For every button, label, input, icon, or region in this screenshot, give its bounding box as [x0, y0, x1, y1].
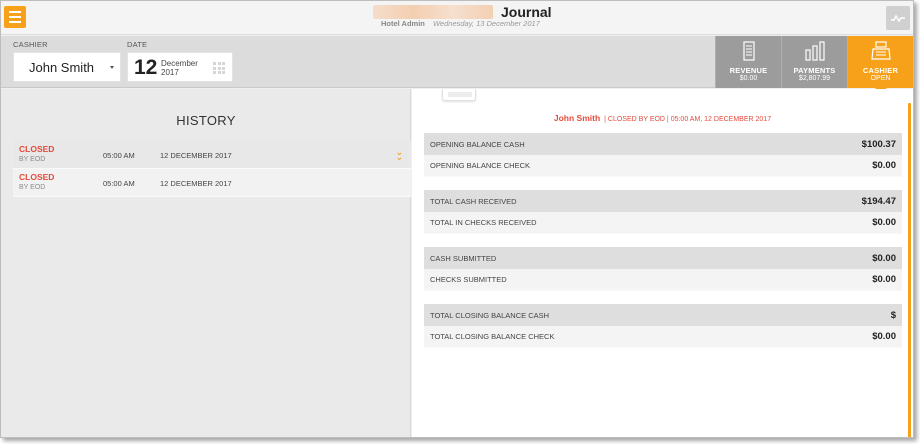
- detail-cashier-name: John Smith: [553, 113, 601, 123]
- summary-tabs: REVENUE $0.00 PAYMENTS $2,807.99 CASHIER…: [715, 36, 913, 94]
- calendar-grid-icon: [213, 62, 225, 74]
- double-chevron-down-icon[interactable]: ⌄ ⌄: [395, 148, 403, 162]
- balance-row: OPENING BALANCE CASH $100.37: [424, 133, 902, 155]
- subtitle: Hotel Admin Wednesday, 13 December 2017: [381, 19, 540, 28]
- history-closed-by: BY EOD: [19, 156, 46, 163]
- tab-payments[interactable]: PAYMENTS $2,807.99: [781, 36, 847, 88]
- balance-row: CHECKS SUBMITTED $0.00: [424, 269, 902, 291]
- cashier-select-value: John Smith: [29, 59, 95, 75]
- date-day: 12: [134, 56, 158, 79]
- balance-row: TOTAL CLOSING BALANCE CASH $: [424, 304, 902, 326]
- history-panel: HISTORY CLOSED BY EOD 05:00 AM 12 DECEMB…: [1, 89, 411, 437]
- date-month-year: December 2017: [161, 59, 198, 77]
- balance-row: TOTAL CLOSING BALANCE CHECK $0.00: [424, 326, 902, 348]
- history-closed-by: BY EOD: [19, 184, 46, 191]
- date-picker[interactable]: 12 December 2017: [127, 52, 233, 82]
- balance-row: TOTAL IN CHECKS RECEIVED $0.00: [424, 212, 902, 234]
- app-window: Journal Hotel Admin Wednesday, 13 Decemb…: [0, 0, 914, 438]
- panel-handle[interactable]: [442, 89, 476, 101]
- cashier-label: CASHIER: [13, 40, 48, 49]
- balance-block-submitted: CASH SUBMITTED $0.00 CHECKS SUBMITTED $0…: [424, 247, 902, 291]
- history-date: 12 DECEMBER 2017: [160, 179, 232, 188]
- current-date: Wednesday, 13 December 2017: [432, 19, 540, 28]
- hamburger-icon: [9, 11, 21, 13]
- history-time: 05:00 AM: [103, 179, 135, 188]
- detail-status-line: John Smith | CLOSED BY EOD | 05:00 AM, 12…: [412, 113, 913, 123]
- history-status: CLOSED: [19, 144, 55, 154]
- balance-block-received: TOTAL CASH RECEIVED $194.47 TOTAL IN CHE…: [424, 190, 902, 234]
- cashier-icon: [870, 41, 891, 60]
- menu-button[interactable]: [4, 6, 26, 28]
- tab-revenue[interactable]: REVENUE $0.00: [715, 36, 781, 88]
- date-label: DATE: [127, 40, 148, 49]
- filter-bar: CASHIER John Smith DATE 12 December 2017: [1, 36, 913, 94]
- history-status: CLOSED: [19, 172, 55, 182]
- page-title: Journal: [501, 4, 552, 20]
- detail-closed-info: | CLOSED BY EOD | 05:00 AM, 12 DECEMBER …: [604, 116, 772, 123]
- balance-block-opening: OPENING BALANCE CASH $100.37 OPENING BAL…: [424, 133, 902, 177]
- history-time: 05:00 AM: [103, 151, 135, 160]
- scrollbar[interactable]: [908, 103, 911, 437]
- top-bar: Journal Hotel Admin Wednesday, 13 Decemb…: [1, 1, 913, 35]
- title-area: Journal Hotel Admin Wednesday, 13 Decemb…: [361, 3, 601, 33]
- bar-chart-icon: [804, 41, 825, 61]
- activity-chart-icon: [891, 14, 905, 23]
- user-role: Hotel Admin: [381, 19, 425, 28]
- history-row[interactable]: CLOSED BY EOD 05:00 AM 12 DECEMBER 2017 …: [13, 141, 411, 169]
- cashier-select[interactable]: John Smith: [13, 52, 121, 82]
- chevron-down-icon: [110, 66, 114, 69]
- history-date: 12 DECEMBER 2017: [160, 151, 232, 160]
- balance-block-closing: TOTAL CLOSING BALANCE CASH $ TOTAL CLOSI…: [424, 304, 902, 348]
- history-list: CLOSED BY EOD 05:00 AM 12 DECEMBER 2017 …: [13, 141, 411, 197]
- cash-register-icon: [742, 41, 755, 61]
- balance-row: CASH SUBMITTED $0.00: [424, 247, 902, 269]
- history-title: HISTORY: [176, 113, 236, 128]
- activity-button[interactable]: [886, 6, 910, 30]
- tab-cashier[interactable]: CASHIER OPEN: [847, 36, 913, 94]
- balance-row: OPENING BALANCE CHECK $0.00: [424, 155, 902, 177]
- history-row[interactable]: CLOSED BY EOD 05:00 AM 12 DECEMBER 2017: [13, 169, 411, 197]
- balance-row: TOTAL CASH RECEIVED $194.47: [424, 190, 902, 212]
- journal-detail-panel: John Smith | CLOSED BY EOD | 05:00 AM, 12…: [412, 89, 913, 437]
- hotel-logo: [373, 5, 493, 19]
